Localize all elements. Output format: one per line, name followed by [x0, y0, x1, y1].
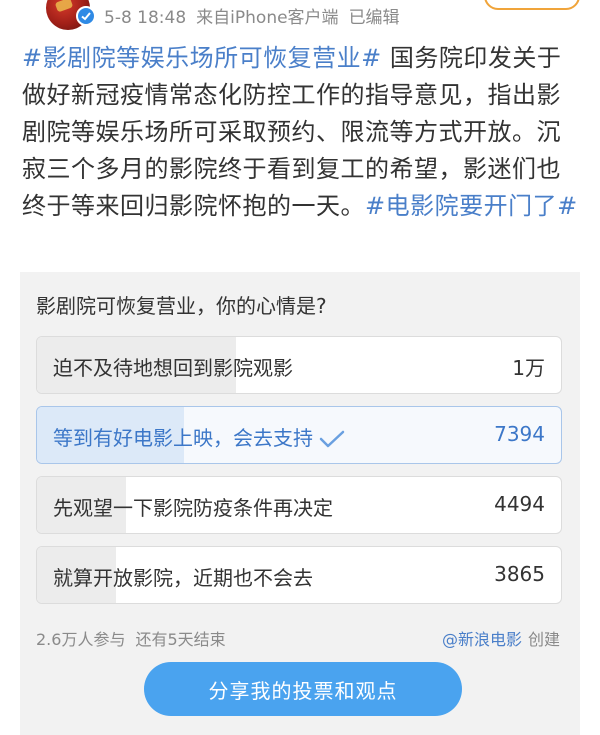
- topic-tag-link[interactable]: #影剧院等娱乐场所可恢复营业#: [22, 44, 382, 72]
- poll-option-label: 先观望一下影院防疫条件再决定: [53, 496, 333, 520]
- poll-creator: @新浪电影 创建: [442, 626, 560, 650]
- verified-badge-icon: [76, 6, 96, 26]
- follow-button[interactable]: [484, 0, 580, 10]
- poll-question: 影剧院可恢复营业，你的心情是?: [36, 294, 327, 318]
- poll-option[interactable]: 就算开放影院，近期也不会去 3865: [36, 546, 562, 604]
- poll-option-label: 等到有好电影上映，会去支持: [53, 422, 345, 451]
- check-icon: [319, 430, 345, 448]
- created-label: 创建: [527, 630, 560, 649]
- poll-option-selected[interactable]: 等到有好电影上映，会去支持 7394: [36, 406, 562, 464]
- poll-option-label: 就算开放影院，近期也不会去: [53, 566, 313, 590]
- share-vote-button[interactable]: 分享我的投票和观点: [144, 662, 462, 716]
- poll-option-count: 3865: [494, 562, 545, 586]
- post-header: 5-8 18:48 来自iPhone客户端 已编辑: [0, 0, 600, 32]
- time-remaining: 还有5天结束: [135, 630, 226, 649]
- poll-option-label: 迫不及待地想回到影院观影: [53, 356, 293, 380]
- post-date: 5-8 18:48: [104, 8, 187, 28]
- creator-link[interactable]: @新浪电影: [442, 630, 522, 649]
- edited-label: 已编辑: [348, 8, 400, 28]
- post-text: #影剧院等娱乐场所可恢复营业# 国务院印发关于做好新冠疫情常态化防控工作的指导意…: [22, 40, 582, 225]
- poll-stats: 2.6万人参与 还有5天结束: [36, 626, 236, 650]
- poll-option[interactable]: 迫不及待地想回到影院观影 1万: [36, 336, 562, 394]
- poll-option-count: 4494: [494, 492, 545, 516]
- poll-card: 影剧院可恢复营业，你的心情是? 迫不及待地想回到影院观影 1万 等到有好电影上映…: [20, 272, 580, 735]
- participants-count: 2.6万人参与: [36, 630, 126, 649]
- poll-option[interactable]: 先观望一下影院防疫条件再决定 4494: [36, 476, 562, 534]
- post-source: 来自iPhone客户端: [196, 8, 339, 28]
- poll-option-count: 1万: [512, 356, 545, 380]
- poll-option-count: 7394: [494, 422, 545, 446]
- topic-tag-link[interactable]: #电影院要开门了#: [365, 192, 578, 220]
- post-meta: 5-8 18:48 来自iPhone客户端 已编辑: [104, 3, 410, 28]
